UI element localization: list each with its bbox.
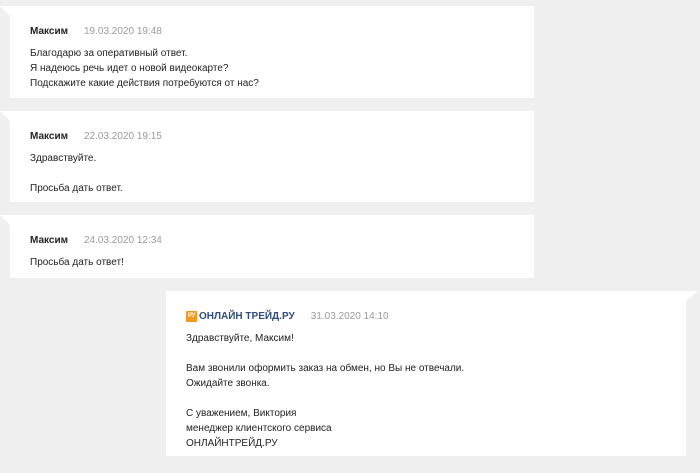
- message-header: Максим 22.03.2020 19:15: [30, 129, 514, 143]
- message-text-line: ОНЛАЙНТРЕЙД.РУ: [186, 438, 278, 449]
- message-text-line: Просьба дать ответ!: [30, 257, 124, 268]
- message-header: Максим 24.03.2020 12:34: [30, 233, 514, 247]
- message-text-line: Ожидайте звонка.: [186, 378, 270, 389]
- message-body: Просьба дать ответ!: [30, 255, 514, 270]
- message-timestamp: 19.03.2020 19:48: [84, 25, 162, 37]
- message-body: Благодарю за оперативный ответ. Я надеюс…: [30, 46, 514, 91]
- message-timestamp: 24.03.2020 12:34: [84, 234, 162, 246]
- message-text-line: [186, 346, 666, 361]
- message-author: Максим: [30, 234, 68, 246]
- message-text-line: менеджер клиентского сервиса: [186, 423, 332, 434]
- message-text-line: Я надеюсь речь идет о новой видеокарте?: [30, 63, 229, 74]
- message-bubble: Максим 19.03.2020 19:48 Благодарю за опе…: [0, 6, 534, 98]
- message-author: Максим: [30, 25, 68, 37]
- message-author: Максим: [30, 130, 68, 142]
- message-text-line: [30, 166, 514, 181]
- message-bubble: Максим 24.03.2020 12:34 Просьба дать отв…: [0, 215, 534, 278]
- message-text-line: Благодарю за оперативный ответ.: [30, 48, 188, 59]
- message-text-line: Подскажите какие действия потребуются от…: [30, 78, 259, 89]
- message-text-line: Просьба дать ответ.: [30, 183, 123, 194]
- message-body: Здравствуйте, Максим! Вам звонили оформи…: [186, 331, 666, 451]
- brand-author: РУ ОНЛАЙН ТРЕЙД.РУ: [186, 309, 295, 324]
- message-text-line: Вам звонили оформить заказ на обмен, но …: [186, 363, 465, 374]
- message-body: Здравствуйте. Просьба дать ответ.: [30, 151, 514, 196]
- message-text-line: Здравствуйте.: [30, 153, 97, 164]
- reply-bubble: РУ ОНЛАЙН ТРЕЙД.РУ 31.03.2020 14:10 Здра…: [166, 291, 698, 456]
- message-timestamp: 22.03.2020 19:15: [84, 130, 162, 142]
- message-header: РУ ОНЛАЙН ТРЕЙД.РУ 31.03.2020 14:10: [186, 309, 666, 323]
- onlinetrade-logo-icon: РУ: [186, 310, 197, 322]
- message-text-line: [186, 391, 666, 406]
- message-header: Максим 19.03.2020 19:48: [30, 24, 514, 38]
- message-bubble: Максим 22.03.2020 19:15 Здравствуйте. Пр…: [0, 111, 534, 202]
- message-text-line: С уважением, Виктория: [186, 408, 297, 419]
- message-text-line: Здравствуйте, Максим!: [186, 333, 294, 344]
- message-author: ОНЛАЙН ТРЕЙД.РУ: [199, 310, 295, 322]
- message-timestamp: 31.03.2020 14:10: [310, 310, 389, 322]
